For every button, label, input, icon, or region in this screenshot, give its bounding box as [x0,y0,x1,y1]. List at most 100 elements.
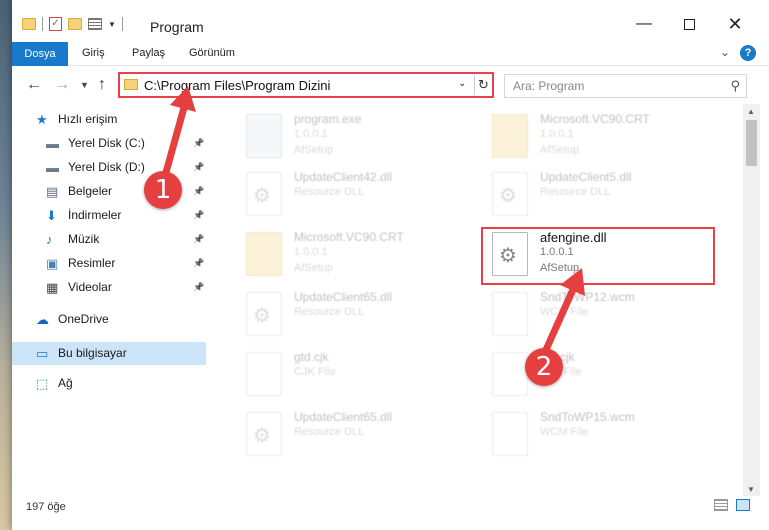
file-item[interactable]: SndToWP15.wcm WCM File [492,408,732,460]
file-item[interactable]: Microsoft.VC90.CRT 1.0.0.1 AfSetup [246,228,486,280]
file-detail: 1.0.0.1 [294,246,328,258]
tiles-view-icon[interactable] [736,499,750,511]
tab-share[interactable]: Paylaş [132,42,165,64]
download-icon: ⬇ [46,208,57,223]
help-icon[interactable]: ? [740,45,756,61]
properties-check-icon[interactable]: ✓ [49,17,62,31]
folder-icon [124,79,138,90]
tab-view[interactable]: Görünüm [189,42,235,64]
file-item[interactable]: UpdateClient5.dll Resource DLL [492,168,732,220]
search-icon[interactable]: ⚲ [730,78,740,94]
address-dropdown-icon[interactable]: ⌄ [458,78,466,89]
properties-icon[interactable] [88,18,102,30]
sidebar-item-label: Bu bilgisayar [58,346,127,360]
sidebar-item-label: Resimler [68,256,116,270]
file-item[interactable]: SndToWP12.wcm WCM File [492,288,732,340]
recent-locations-icon[interactable]: ▼ [80,80,89,90]
file-detail: 1.0.0.1 [540,128,574,140]
pin-icon[interactable]: 📌 [193,132,204,155]
network-icon: ⬚ [36,376,49,391]
pin-icon[interactable]: 📌 [193,156,204,179]
vertical-scrollbar[interactable]: ▲ ▼ [743,104,760,496]
sidebar-item[interactable]: ▬ Yerel Disk (C:) 📌 [12,132,206,155]
dll-icon [246,412,282,456]
maximize-button[interactable] [674,12,704,36]
computer-icon: ▭ [36,346,49,361]
new-folder-icon[interactable] [68,18,82,30]
file-name: UpdateClient65.dll [294,290,393,304]
file-item[interactable]: program.exe 1.0.0.1 AfSetup [246,110,486,162]
file-detail: Resource DLL [294,186,365,198]
file-detail: Resource DLL [294,426,365,438]
maximize-icon [683,19,695,30]
file-name: gtd.cjk [294,350,329,364]
back-arrow-icon[interactable]: ← [26,76,42,94]
file-item[interactable]: UpdateClient42.dll Resource DLL [246,168,486,220]
up-arrow-icon[interactable]: ↑ [98,76,106,94]
sidebar-item-label: Yerel Disk (C:) [68,136,145,150]
scroll-up-icon[interactable]: ▲ [747,107,755,116]
file-item[interactable]: gtd.cjk CJK File [246,348,486,400]
window-title: Program [150,19,204,35]
address-bar[interactable]: C:\Program Files\Program Dizini ⌄ ↻ [118,72,494,98]
sidebar-item[interactable]: ▦ Videolar 📌 [12,276,206,299]
pin-icon[interactable]: 📌 [193,228,204,251]
sidebar-item-label: Yerel Disk (D:) [68,160,145,174]
sidebar-item-label: Hızlı erişim [58,112,118,126]
scroll-thumb[interactable] [746,120,757,166]
quick-access-toolbar: ✓ ▼ [22,17,123,31]
file-icon [246,352,282,396]
file-icon [492,412,528,456]
explorer-window: ✓ ▼ Program — ✕ Dosya Giriş Paylaş Görün… [12,0,769,530]
sidebar-item[interactable]: ⬚ Ağ [12,372,206,395]
sidebar-item[interactable]: ▬ Yerel Disk (D:) 📌 [12,156,206,179]
sidebar-item-label: Belgeler [68,184,113,198]
file-item[interactable]: UpdateClient65.dll Resource DLL [246,288,486,340]
details-view-icon[interactable] [714,499,728,511]
pin-icon[interactable]: 📌 [193,204,204,227]
folder-icon[interactable] [22,18,36,30]
pin-icon[interactable]: 📌 [193,180,204,203]
pin-icon[interactable]: 📌 [193,252,204,275]
tab-home[interactable]: Giriş [82,42,105,64]
tab-file[interactable]: Dosya [12,42,68,66]
sidebar-item[interactable]: ⬇ İndirmeler 📌 [12,204,206,227]
refresh-icon[interactable]: ↻ [474,75,492,95]
file-item[interactable]: UpdateClient65.dll Resource DLL [246,408,486,460]
star-icon: ★ [36,112,48,127]
file-list: program.exe 1.0.0.1 AfSetup Microsoft.VC90.… [208,104,742,496]
minimize-button[interactable]: — [629,12,659,36]
file-name: program.exe [294,112,362,126]
file-detail: Resource DLL [540,186,611,198]
video-icon: ▦ [46,280,59,295]
customize-qat-icon[interactable]: ▼ [108,20,116,29]
sidebar-item[interactable]: ▣ Resimler 📌 [12,252,206,275]
file-name: SndToWP12.wcm [540,290,635,304]
sidebar-item[interactable]: ♪ Müzik 📌 [12,228,206,251]
sidebar-item-label: Ağ [58,376,73,390]
sidebar-item[interactable]: ☁ OneDrive [12,308,206,331]
forward-arrow-icon[interactable]: → [54,76,70,94]
file-name: Microsoft.VC90.CRT [540,112,650,126]
step-badge-1: 1 [144,171,182,209]
dll-icon [246,292,282,336]
sidebar-item[interactable]: ★ Hızlı erişim [12,108,206,131]
address-path[interactable]: C:\Program Files\Program Dizini [144,78,330,93]
music-icon: ♪ [46,232,53,247]
file-detail: AfSetup [540,144,580,156]
scroll-down-icon[interactable]: ▼ [747,485,755,494]
file-name: Microsoft.VC90.CRT [294,230,404,244]
navigation-bar: ← → ▼ ↑ C:\Program Files\Program Dizini … [12,66,769,104]
search-input[interactable]: Ara: Program ⚲ [504,74,747,98]
sidebar-item-label: Müzik [68,232,100,246]
dll-icon [246,172,282,216]
drive-icon: ▬ [46,136,59,151]
pin-icon[interactable]: 📌 [193,276,204,299]
chevron-down-icon[interactable]: ⌄ [720,45,730,59]
divider [42,17,43,31]
file-detail: WCM File [540,426,589,438]
close-button[interactable]: ✕ [720,12,750,36]
sidebar-item[interactable]: ▭ Bu bilgisayar [12,342,206,365]
pictures-icon: ▣ [46,256,59,271]
file-item[interactable]: Microsoft.VC90.CRT 1.0.0.1 AfSetup [492,110,732,162]
